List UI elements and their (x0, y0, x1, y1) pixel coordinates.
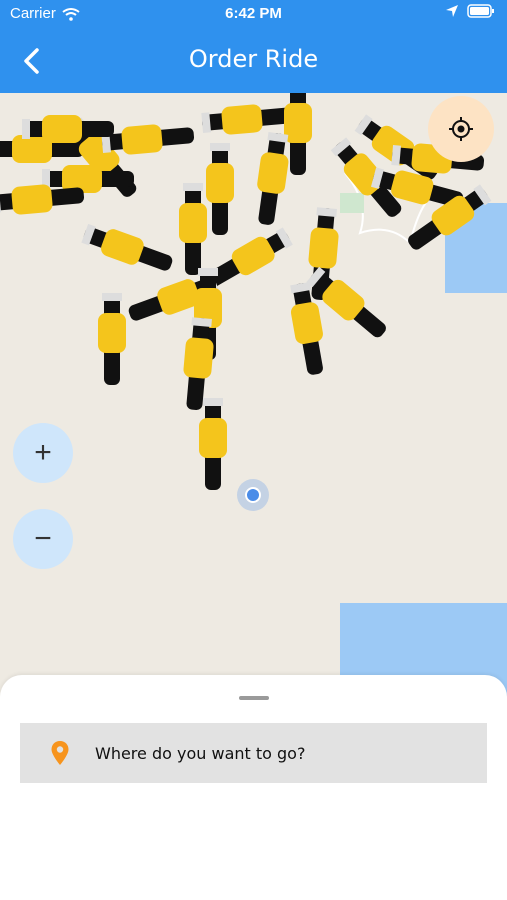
status-bar: Carrier 6:42 PM (0, 0, 507, 28)
scooter-marker[interactable] (206, 143, 234, 235)
plus-icon: + (34, 436, 52, 469)
scooter-marker[interactable] (257, 132, 287, 226)
current-location-dot (237, 479, 269, 511)
scooter-marker[interactable] (186, 317, 210, 411)
location-arrow-icon (446, 5, 458, 17)
zoom-out-button[interactable]: − (13, 509, 73, 569)
current-location-core (245, 487, 261, 503)
scooter-marker[interactable] (98, 293, 126, 385)
scooter-marker[interactable] (42, 171, 134, 187)
scooter-marker[interactable] (201, 107, 295, 131)
app-header: Carrier 6:42 PM Order Ride (0, 0, 507, 93)
scooter-marker[interactable] (179, 183, 207, 275)
scooter-marker[interactable] (284, 93, 312, 175)
map-view[interactable] (0, 93, 507, 713)
destination-search-field[interactable]: Where do you want to go? (20, 723, 487, 783)
sheet-drag-handle[interactable] (239, 696, 269, 700)
battery-icon (467, 4, 494, 18)
destination-placeholder: Where do you want to go? (95, 744, 306, 763)
scooter-marker[interactable] (82, 225, 174, 273)
scooter-marker[interactable] (204, 229, 292, 289)
crosshair-icon (449, 117, 473, 141)
scooter-marker[interactable] (0, 141, 84, 157)
scooter-marker[interactable] (22, 121, 114, 137)
bottom-sheet: Where do you want to go? (0, 675, 507, 900)
minus-icon: − (34, 522, 52, 555)
location-pin-icon (51, 741, 69, 765)
status-right-icons (445, 4, 495, 18)
scooter-marker[interactable] (101, 127, 195, 151)
page-title: Order Ride (188, 45, 319, 73)
status-time: 6:42 PM (225, 5, 282, 22)
locate-me-button[interactable] (428, 96, 494, 162)
zoom-in-button[interactable]: + (13, 423, 73, 483)
scooter-marker[interactable] (0, 187, 85, 211)
scooter-marker[interactable] (199, 398, 227, 490)
